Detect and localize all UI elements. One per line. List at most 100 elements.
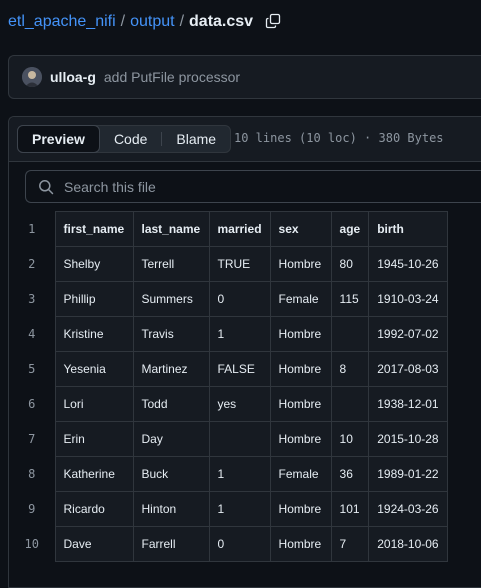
table-row: 2 Shelby Terrell TRUE Hombre 80 1945-10-26	[9, 246, 448, 282]
table-cell-sex: Hombre	[269, 351, 332, 387]
table-header-row: 1 first_name last_name married sex age b…	[9, 211, 448, 247]
avatar[interactable]	[22, 67, 42, 87]
column-header: first_name	[54, 211, 134, 247]
breadcrumb-repo-link[interactable]: etl_apache_nifi	[8, 13, 116, 31]
search-box[interactable]	[25, 170, 481, 203]
table-cell-age	[330, 316, 370, 352]
column-header: last_name	[132, 211, 210, 247]
table-cell-sex: Female	[269, 281, 332, 317]
column-header: age	[330, 211, 370, 247]
table-cell-first-name: Phillip	[54, 281, 134, 317]
table-cell-age: 10	[330, 421, 370, 457]
table-cell-sex: Hombre	[269, 491, 332, 527]
table-cell-sex: Hombre	[269, 526, 332, 562]
table-cell-last-name: Day	[132, 421, 210, 457]
table-cell-age: 8	[330, 351, 370, 387]
table-cell-age: 101	[330, 491, 370, 527]
table-cell-married: 0	[208, 281, 271, 317]
table-row: 4 Kristine Travis 1 Hombre 1992-07-02	[9, 316, 448, 352]
table-cell-last-name: Hinton	[132, 491, 210, 527]
table-cell-birth: 2017-08-03	[368, 351, 448, 387]
table-cell-age: 7	[330, 526, 370, 562]
line-number[interactable]: 1	[9, 211, 55, 247]
search-input[interactable]	[62, 177, 446, 196]
table-cell-last-name: Terrell	[132, 246, 210, 282]
breadcrumb-separator: /	[179, 13, 185, 30]
line-number[interactable]: 2	[9, 246, 55, 282]
table-cell-sex: Female	[269, 456, 332, 492]
table-cell-first-name: Katherine	[54, 456, 134, 492]
line-number[interactable]: 9	[9, 491, 55, 527]
table-cell-last-name: Todd	[132, 386, 210, 422]
table-cell-first-name: Kristine	[54, 316, 134, 352]
table-cell-age: 115	[330, 281, 370, 317]
table-cell-married: FALSE	[208, 351, 271, 387]
table-cell-first-name: Lori	[54, 386, 134, 422]
preview-button[interactable]: Preview	[17, 125, 100, 153]
table-cell-birth: 2018-10-06	[368, 526, 448, 562]
table-cell-first-name: Erin	[54, 421, 134, 457]
file-viewer: Preview Code Blame 10 lines (10 loc) · 3…	[8, 116, 481, 588]
table-cell-last-name: Farrell	[132, 526, 210, 562]
table-cell-birth: 1945-10-26	[368, 246, 448, 282]
column-header: birth	[368, 211, 448, 247]
table-cell-married: 0	[208, 526, 271, 562]
line-number[interactable]: 8	[9, 456, 55, 492]
table-cell-age	[330, 386, 370, 422]
table-cell-age: 80	[330, 246, 370, 282]
table-cell-married: yes	[208, 386, 271, 422]
table-cell-first-name: Dave	[54, 526, 134, 562]
table-cell-first-name: Ricardo	[54, 491, 134, 527]
code-button[interactable]: Code	[100, 126, 161, 152]
table-row: 7 Erin Day Hombre 10 2015-10-28	[9, 421, 448, 457]
table-cell-sex: Hombre	[269, 246, 332, 282]
table-cell-birth: 2015-10-28	[368, 421, 448, 457]
table-row: 10 Dave Farrell 0 Hombre 7 2018-10-06	[9, 526, 448, 562]
csv-table: 1 first_name last_name married sex age b…	[9, 211, 448, 562]
table-row: 3 Phillip Summers 0 Female 115 1910-03-24	[9, 281, 448, 317]
table-cell-sex: Hombre	[269, 386, 332, 422]
table-cell-married: 1	[208, 491, 271, 527]
column-header: married	[208, 211, 271, 247]
view-mode-toggle: Preview Code Blame	[17, 125, 232, 153]
commit-author-link[interactable]: ulloa-g	[50, 69, 96, 85]
table-cell-last-name: Travis	[132, 316, 210, 352]
table-cell-age: 36	[330, 456, 370, 492]
table-cell-sex: Hombre	[269, 316, 332, 352]
table-cell-married: 1	[208, 316, 271, 352]
copy-icon	[265, 13, 281, 29]
table-cell-last-name: Buck	[132, 456, 210, 492]
table-cell-married: 1	[208, 456, 271, 492]
table-cell-last-name: Summers	[132, 281, 210, 317]
table-cell-married	[208, 421, 271, 457]
table-cell-sex: Hombre	[269, 421, 332, 457]
table-cell-birth: 1938-12-01	[368, 386, 448, 422]
copy-path-button[interactable]	[265, 13, 283, 31]
table-cell-birth: 1989-01-22	[368, 456, 448, 492]
line-number[interactable]: 4	[9, 316, 55, 352]
table-row: 9 Ricardo Hinton 1 Hombre 101 1924-03-26	[9, 491, 448, 527]
breadcrumb-folder-link[interactable]: output	[130, 13, 174, 31]
table-cell-birth: 1992-07-02	[368, 316, 448, 352]
blame-button[interactable]: Blame	[162, 126, 230, 152]
table-cell-first-name: Shelby	[54, 246, 134, 282]
breadcrumb: etl_apache_nifi / output / data.csv	[8, 10, 283, 34]
line-number[interactable]: 7	[9, 421, 55, 457]
breadcrumb-file-name: data.csv	[189, 13, 254, 30]
table-cell-birth: 1910-03-24	[368, 281, 448, 317]
line-number[interactable]: 5	[9, 351, 55, 387]
latest-commit-bar: ulloa-g add PutFile processor	[8, 55, 481, 99]
table-row: 8 Katherine Buck 1 Female 36 1989-01-22	[9, 456, 448, 492]
line-number[interactable]: 10	[9, 526, 55, 562]
file-meta: 10 lines (10 loc) · 380 Bytes	[234, 131, 444, 145]
file-header: Preview Code Blame 10 lines (10 loc) · 3…	[9, 117, 481, 162]
table-row: 5 Yesenia Martinez FALSE Hombre 8 2017-08-03	[9, 351, 448, 387]
column-header: sex	[269, 211, 332, 247]
table-row: 6 Lori Todd yes Hombre 1938-12-01	[9, 386, 448, 422]
avatar-icon	[22, 67, 42, 87]
line-number[interactable]: 3	[9, 281, 55, 317]
commit-message-link[interactable]: add PutFile processor	[104, 69, 240, 85]
table-cell-married: TRUE	[208, 246, 271, 282]
line-number[interactable]: 6	[9, 386, 55, 422]
search-icon	[39, 179, 54, 194]
